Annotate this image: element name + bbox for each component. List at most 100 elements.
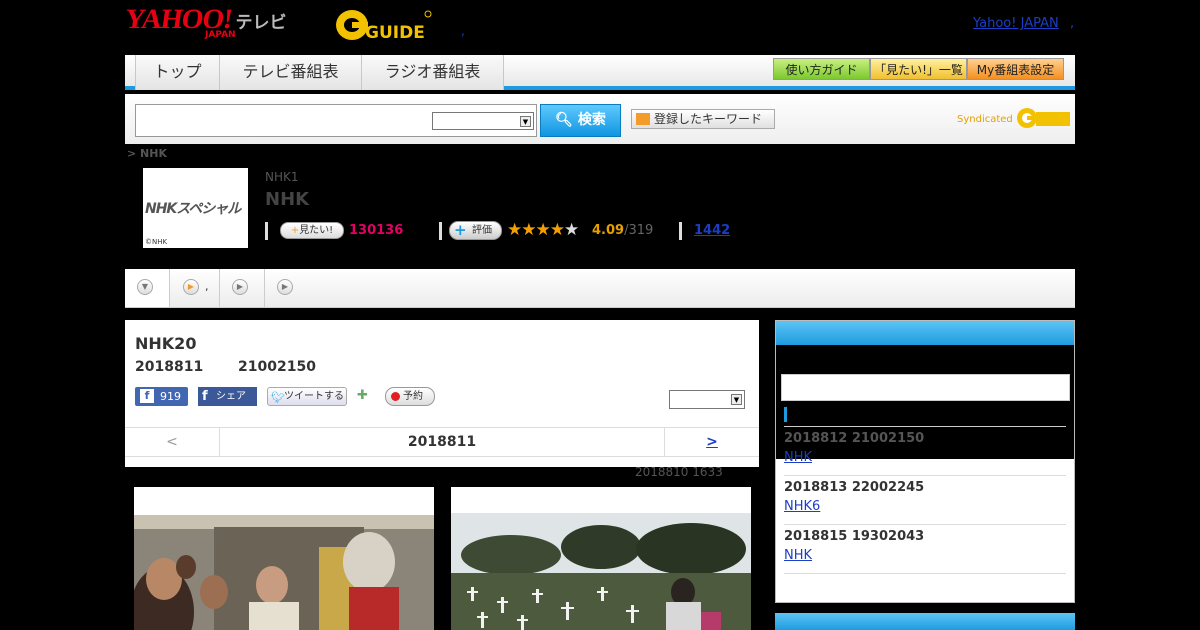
episode-tabs-bar: ▼ ▶ , ▶ ▶ — [125, 269, 1075, 308]
search-button-label: 検索 — [577, 112, 606, 128]
syndicated-gguide-logo: Syndicated — [957, 106, 1072, 130]
episode-date: 2018811 — [135, 359, 204, 375]
program-title: NHK — [265, 189, 310, 210]
play-icon: ▶ — [183, 279, 199, 295]
my-schedule-settings-button[interactable]: My番組表設定 — [967, 58, 1064, 80]
search-category-select[interactable]: ▼ — [432, 112, 534, 130]
record-dot-icon — [391, 392, 400, 401]
mitai-count: 130136 — [349, 223, 404, 238]
dropdown-arrow-icon — [636, 113, 650, 125]
rating-count: /319 — [624, 223, 654, 238]
tab-fourth[interactable]: ▶ — [265, 269, 305, 307]
divider-bar — [265, 222, 268, 240]
play-icon: ▶ — [232, 279, 248, 295]
prev-date-button[interactable]: < — [125, 428, 220, 457]
rating-stars: ★★★★★ — [507, 220, 579, 240]
updated-timestamp: 2018810 1633 — [635, 465, 723, 479]
breadcrumb: > NHK — [127, 147, 167, 160]
broadcast-datetime: 2018815 19302043 — [784, 529, 925, 544]
review-count-link[interactable]: 1442 — [694, 223, 730, 238]
gguide-small-icon — [1016, 108, 1070, 128]
rate-button[interactable]: + 評価 — [449, 221, 502, 240]
tv-logo-text: テレビ — [235, 13, 287, 33]
guide-button[interactable]: 使い方ガイド — [773, 58, 870, 80]
star-filled-icons: ★★★★ — [507, 220, 565, 240]
rating-value: 4.09/319 — [592, 223, 653, 238]
second-panel-header — [775, 613, 1075, 630]
japan-logo-text: JAPAN — [205, 30, 236, 40]
broadcast-datetime: 2018812 21002150 — [784, 431, 925, 446]
panel-header — [776, 321, 1074, 345]
facebook-icon: f — [140, 389, 154, 403]
registered-keywords-button[interactable]: 登録したキーワード — [631, 109, 775, 129]
episode-panel: NHK20 2018811 21002150 f 919 f シェア 🐦︎ ツイー… — [125, 320, 759, 467]
next-date-link[interactable]: > — [664, 428, 759, 457]
search-bar: ▼ 🔍︎ 検索 登録したキーワード Syndicated — [125, 94, 1075, 144]
section-marker — [784, 407, 787, 422]
main-nav: トップ テレビ番組表 ラジオ番組表 使い方ガイド 「見たい!」一覧 My番組表設… — [125, 55, 1075, 90]
facebook-share-button[interactable]: f シェア — [198, 387, 257, 406]
tab-second[interactable]: ▶ , — [170, 269, 220, 307]
list-item: 2018812 21002150 NHK — [784, 427, 1066, 476]
reserve-button-label: 予約 — [403, 391, 423, 402]
broadcast-link[interactable]: NHK — [784, 450, 812, 465]
gguide-logo-icon: GUIDE — [336, 10, 432, 42]
divider-bar — [439, 222, 442, 240]
page: YAHOO! JAPAN テレビ GUIDE , Yahoo! JAPAN , … — [0, 0, 1200, 630]
broadcast-link[interactable]: NHK6 — [784, 499, 820, 514]
tweet-button[interactable]: 🐦︎ ツイートする — [267, 387, 347, 406]
program-thumbnail: NHKスペシャル ©NHK — [143, 168, 248, 248]
facebook-icon: f — [202, 389, 208, 404]
add-calendar-icon[interactable]: ✚ — [357, 388, 373, 404]
plus-icon: + — [290, 225, 300, 236]
tweet-button-label: ツイートする — [284, 391, 344, 402]
people-photo-image — [134, 487, 434, 630]
twitter-bird-icon: 🐦︎ — [271, 391, 285, 404]
header-dot: , — [461, 24, 465, 38]
yahoo-tv-logo[interactable]: YAHOO! JAPAN テレビ GUIDE — [123, 4, 432, 42]
yahoo-japan-dot: , — [1070, 16, 1075, 31]
search-icon: 🔍︎ — [555, 112, 573, 128]
date-navigation: < 2018811 > — [125, 427, 759, 457]
broadcast-datetime: 2018813 22002245 — [784, 480, 925, 495]
mitai-button[interactable]: +見たい! — [280, 222, 344, 239]
rate-button-label: 評価 — [472, 225, 492, 236]
episode-time: 21002150 — [238, 359, 316, 375]
tab-episode[interactable]: ▼ — [125, 269, 170, 307]
chevron-down-icon: ▼ — [137, 279, 153, 295]
program-thumbnail-text: NHKスペシャル — [145, 201, 241, 217]
cemetery-photo-image — [451, 487, 751, 630]
facebook-share-label: シェア — [216, 391, 246, 402]
tab-second-label: , — [205, 280, 209, 293]
mitai-list-button[interactable]: 「見たい!」一覧 — [870, 58, 967, 80]
chevron-down-icon: ▼ — [731, 394, 742, 405]
facebook-like-count: 919 — [160, 390, 181, 403]
yahoo-japan-link[interactable]: Yahoo! JAPAN — [973, 16, 1059, 31]
syndicated-text: Syndicated — [957, 114, 1013, 125]
episode-photo-1 — [134, 487, 434, 630]
facebook-like-button[interactable]: f 919 — [135, 387, 188, 406]
episode-photo-2 — [451, 487, 751, 630]
nav-tab-radio-schedule[interactable]: ラジオ番組表 — [362, 55, 504, 90]
panel-input[interactable] — [781, 374, 1070, 401]
nav-tab-top[interactable]: トップ — [135, 55, 220, 90]
plus-icon: + — [454, 221, 467, 239]
search-button[interactable]: 🔍︎ 検索 — [540, 104, 621, 137]
tab-third[interactable]: ▶ — [220, 269, 265, 307]
program-thumbnail-copyright: ©NHK — [145, 238, 168, 246]
current-date: 2018811 — [407, 434, 477, 450]
divider-bar — [679, 222, 682, 240]
star-empty-icon: ★ — [563, 220, 579, 240]
registered-keywords-label: 登録したキーワード — [654, 112, 763, 126]
episode-option-select[interactable]: ▼ — [669, 390, 745, 409]
related-broadcasts-panel: 2018812 21002150 NHK 2018813 22002245 NH… — [775, 320, 1075, 603]
reserve-button[interactable]: 予約 — [385, 387, 435, 406]
broadcast-link[interactable]: NHK — [784, 548, 812, 563]
list-item: 2018813 22002245 NHK6 — [784, 476, 1066, 525]
episode-title: NHK20 — [135, 334, 197, 353]
list-item: 2018815 19302043 NHK — [784, 525, 1066, 574]
nav-tab-tv-schedule[interactable]: テレビ番組表 — [220, 55, 362, 90]
rating-score: 4.09 — [592, 223, 625, 238]
channel-name: NHK1 — [265, 170, 299, 184]
gguide-logo-text: GUIDE — [365, 23, 425, 42]
